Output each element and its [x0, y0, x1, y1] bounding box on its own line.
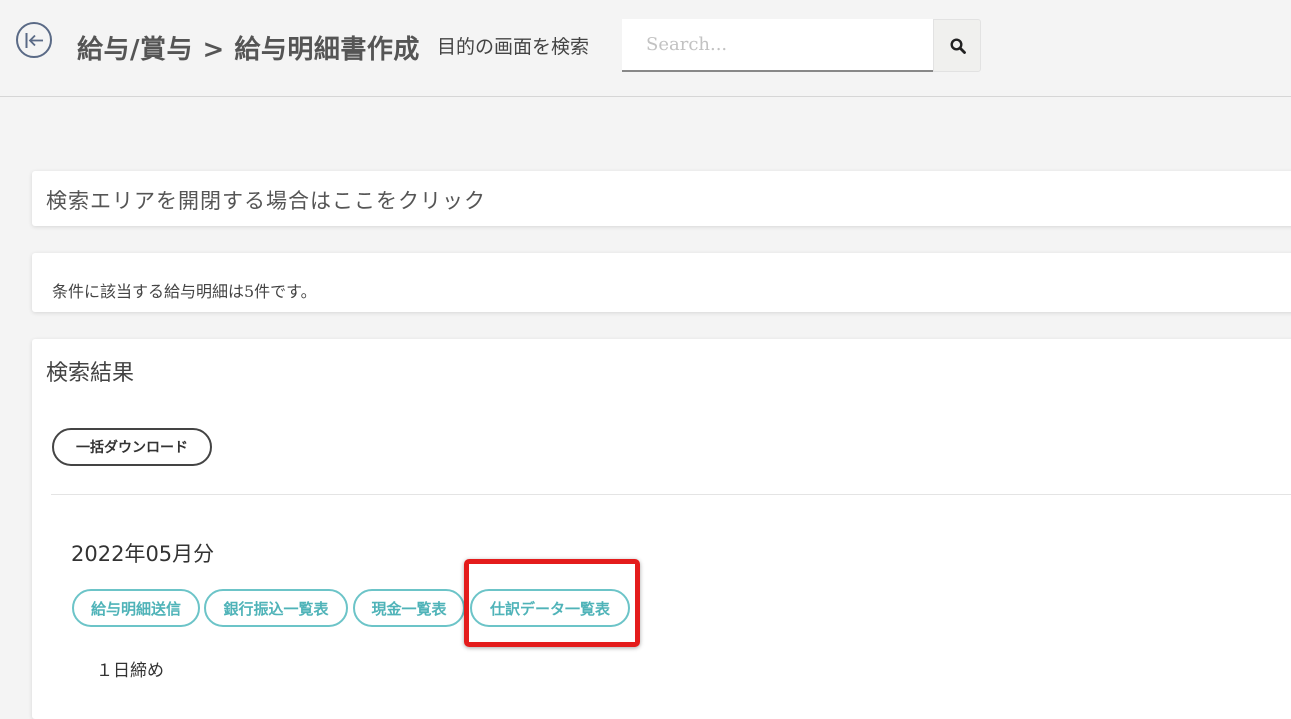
- search-area-toggle-label: 検索エリアを開閉する場合はここをクリック: [46, 189, 486, 213]
- search-input[interactable]: [622, 19, 933, 72]
- search-button[interactable]: [933, 19, 981, 72]
- bulk-download-button[interactable]: 一括ダウンロード: [52, 428, 212, 466]
- journal-data-list-button[interactable]: 仕訳データ一覧表: [470, 589, 630, 627]
- result-count-text: 条件に該当する給与明細は5件です。: [52, 282, 317, 301]
- search-results-panel: 検索結果 一括ダウンロード 2022年05月分 給与明細送信 銀行振込一覧表 現…: [32, 339, 1291, 719]
- collapse-left-icon: [25, 33, 43, 48]
- divider: [51, 494, 1291, 495]
- search-label: 目的の画面を検索: [437, 36, 590, 58]
- search-icon: [950, 38, 966, 54]
- cash-list-button[interactable]: 現金一覧表: [353, 589, 465, 627]
- search-area-toggle[interactable]: 検索エリアを開閉する場合はここをクリック: [32, 171, 1291, 226]
- results-title: 検索結果: [46, 361, 135, 386]
- top-header: 給与/賞与 > 給与明細書作成 目的の画面を検索: [0, 0, 1291, 97]
- back-button[interactable]: [16, 22, 52, 58]
- month-title: 2022年05月分: [71, 542, 215, 566]
- breadcrumb: 給与/賞与 > 給与明細書作成: [77, 35, 420, 65]
- send-payslip-button[interactable]: 給与明細送信: [72, 589, 200, 627]
- closing-day-label: １日締め: [96, 661, 164, 681]
- result-count-panel: 条件に該当する給与明細は5件です。: [32, 253, 1291, 312]
- bank-transfer-list-button[interactable]: 銀行振込一覧表: [204, 589, 348, 627]
